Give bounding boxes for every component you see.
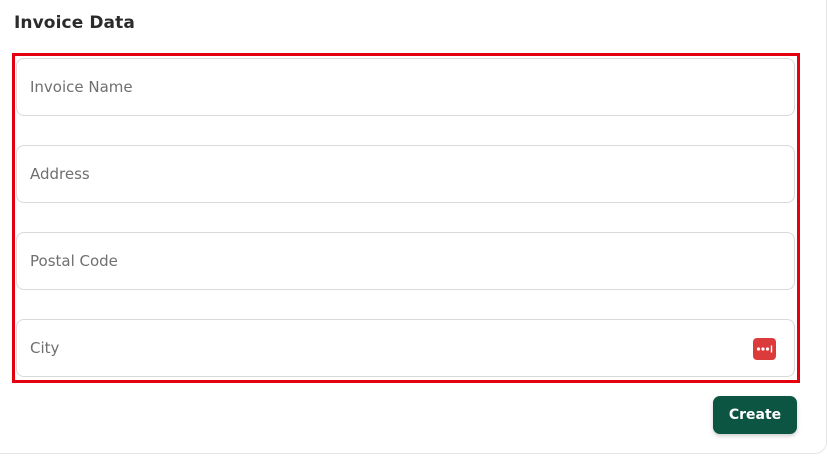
- dots-icon: [756, 345, 773, 353]
- city-input[interactable]: [17, 320, 730, 376]
- address-input[interactable]: [17, 146, 730, 202]
- invoice-data-card: Invoice Data Create: [0, 0, 827, 454]
- invoice-name-field[interactable]: [16, 58, 795, 116]
- password-manager-icon[interactable]: [753, 338, 776, 360]
- address-field[interactable]: [16, 145, 795, 203]
- postal-code-input[interactable]: [17, 233, 730, 289]
- create-button[interactable]: Create: [713, 396, 797, 434]
- postal-code-field[interactable]: [16, 232, 795, 290]
- city-field[interactable]: [16, 319, 795, 377]
- invoice-name-input[interactable]: [17, 59, 730, 115]
- section-title: Invoice Data: [14, 13, 135, 33]
